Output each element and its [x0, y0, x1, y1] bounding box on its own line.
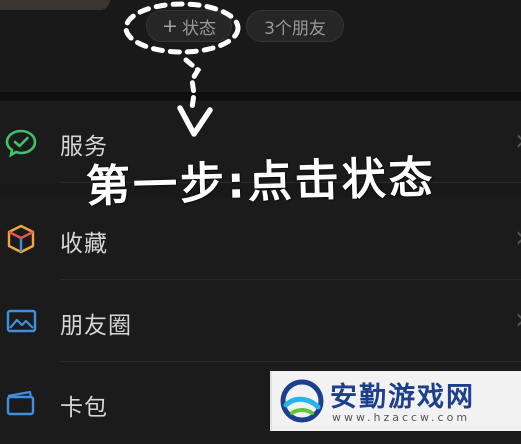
profile-banner — [0, 0, 110, 10]
menu-item-label: 朋友圈 — [60, 313, 132, 339]
status-label: 状态 — [181, 18, 216, 39]
menu-item-favorites[interactable]: 收藏 › — [0, 198, 521, 280]
favorites-cube-icon — [7, 224, 35, 254]
profile-header: + 状态 3个朋友 — [0, 0, 521, 92]
chevron-right-icon: › — [515, 302, 521, 337]
menu-item-label: 收藏 — [60, 231, 108, 257]
moments-photo-icon — [6, 309, 37, 333]
plus-icon: + — [162, 15, 178, 37]
section-separator — [0, 92, 521, 101]
add-status-button[interactable]: + 状态 — [146, 10, 232, 42]
wechat-pay-icon — [5, 129, 37, 158]
friends-count-chip[interactable]: 3个朋友 — [246, 10, 344, 42]
watermark-url: www.hzaccw.com — [332, 411, 471, 424]
chevron-right-icon: › — [515, 123, 521, 158]
chevron-right-icon: › — [515, 220, 521, 255]
menu-item-label: 卡包 — [60, 395, 108, 421]
tutorial-step-text: 第一步:点击状态 — [85, 152, 437, 213]
site-logo-icon — [280, 379, 324, 423]
watermark-brand: 安勤游戏网 — [330, 382, 475, 413]
menu-item-moments[interactable]: 朋友圈 › — [0, 280, 521, 362]
card-wallet-icon — [6, 390, 35, 416]
friends-count-label: 3个朋友 — [264, 18, 326, 39]
site-watermark: 安勤游戏网 www.hzaccw.com — [270, 371, 521, 431]
